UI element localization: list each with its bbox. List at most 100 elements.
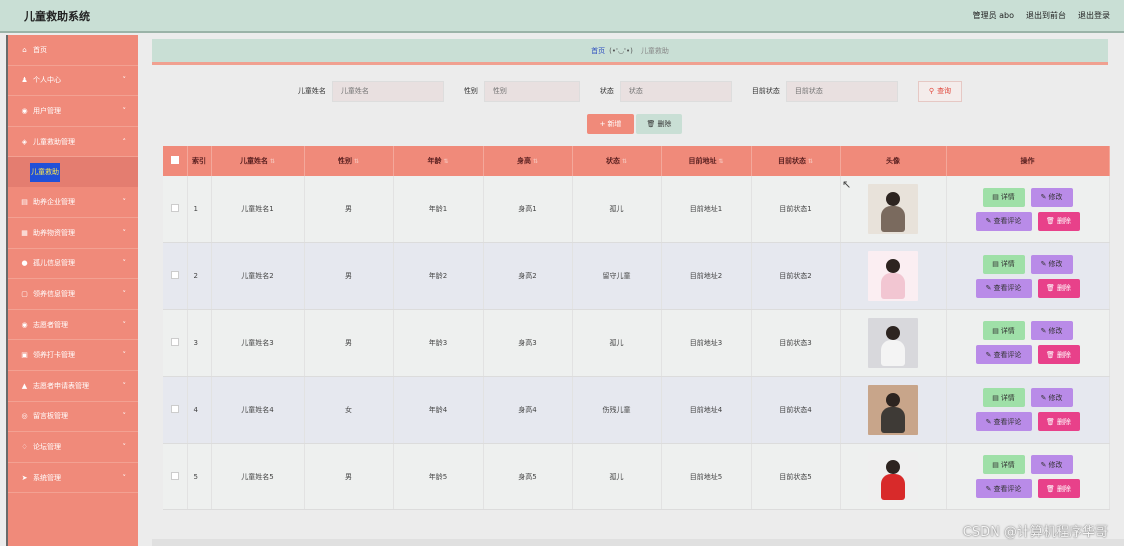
back-to-front-link[interactable]: 退出到前台 (1026, 10, 1066, 21)
row-select-cell (163, 176, 188, 244)
comment-icon: ✎ (985, 284, 992, 293)
name-search-input[interactable] (331, 80, 444, 102)
admin-label: 管理员 abo (972, 11, 1014, 20)
cell-height: 身高3 (483, 309, 573, 377)
message-icon: ▢ (21, 289, 28, 298)
detail-button[interactable]: ▤ 详情 (982, 187, 1025, 207)
breadcrumb-home[interactable]: 首页 (591, 46, 605, 56)
child-avatar[interactable] (868, 451, 918, 502)
row-delete-button[interactable]: 🗑 删除 (1037, 412, 1080, 432)
col-height[interactable]: 身高 ⇅ (483, 146, 573, 176)
view-comments-button[interactable]: ✎ 查看评论 (975, 345, 1032, 365)
view-comments-button[interactable]: ✎ 查看评论 (975, 211, 1032, 231)
pin-icon: ● (21, 259, 28, 268)
detail-button[interactable]: ▤ 详情 (982, 455, 1025, 475)
current-status-label: 目前状态 (751, 87, 780, 95)
edit-label: 修改 (1048, 393, 1063, 402)
avatar-body (881, 339, 905, 366)
sort-icon: ⇅ (269, 158, 276, 165)
detail-button[interactable]: ▤ 详情 (982, 388, 1025, 408)
edit-button[interactable]: ✎ 修改 (1030, 321, 1073, 341)
row-delete-button[interactable]: 🗑 删除 (1037, 278, 1080, 298)
sidebar-item[interactable]: ▲ 志愿者申请表管理 ˅ (8, 371, 138, 402)
cell-address: 目前地址5 (661, 443, 752, 511)
sidebar-item[interactable]: ▢ 领养信息管理 ˅ (8, 279, 138, 310)
child-avatar[interactable] (868, 251, 918, 302)
cell-name: 儿童姓名3 (211, 309, 305, 377)
add-button[interactable]: + 新增 (587, 114, 634, 134)
row-checkbox[interactable] (170, 337, 179, 346)
view-comments-button[interactable]: ✎ 查看评论 (975, 479, 1032, 499)
sidebar-item[interactable]: ◈ 儿童救助管理 ˄ (8, 127, 138, 158)
sidebar-item-label: 志愿者管理 (33, 320, 68, 329)
sidebar-item[interactable]: ▦ 助养物资管理 ˅ (8, 218, 138, 249)
circle-icon: ◉ (21, 320, 28, 329)
edit-button[interactable]: ✎ 修改 (1030, 455, 1073, 475)
sidebar-item[interactable]: ⌂ 首页 (8, 35, 138, 66)
sidebar-item[interactable]: ◉ 用户管理 ˅ (8, 96, 138, 127)
sidebar-item[interactable]: ◉ 志愿者管理 ˅ (8, 310, 138, 341)
cell-address: 目前地址2 (661, 242, 752, 311)
sidebar-item[interactable]: ◎ 留言板管理 ˅ (8, 402, 138, 433)
logout-link[interactable]: 退出登录 (1078, 10, 1110, 21)
row-checkbox[interactable] (170, 271, 179, 280)
col-avatar: 头像 (840, 146, 947, 176)
sidebar-item[interactable]: ➤ 系统管理 ˅ (8, 463, 138, 494)
sidebar-item[interactable]: ● 孤儿信息管理 ˅ (8, 249, 138, 280)
current-status-search-input[interactable] (785, 80, 898, 102)
cell-name: 儿童姓名2 (211, 242, 305, 311)
col-age[interactable]: 年龄 ⇅ (393, 146, 484, 176)
avatar-body (881, 473, 905, 500)
edit-button[interactable]: ✎ 修改 (1030, 254, 1073, 274)
view-comments-button[interactable]: ✎ 查看评论 (975, 412, 1032, 432)
cell-avatar (840, 176, 947, 244)
cell-name: 儿童姓名5 (211, 443, 305, 511)
view-comments-label: 查看评论 (993, 217, 1022, 226)
status-search-input[interactable] (619, 80, 732, 102)
batch-delete-button[interactable]: 🗑 删除 (636, 114, 682, 134)
chevron-down-icon: ˅ (122, 442, 127, 451)
select-all-checkbox[interactable] (170, 156, 179, 164)
sidebar-item[interactable]: ♟ 个人中心 ˅ (8, 66, 138, 97)
cell-avatar (840, 309, 947, 377)
edit-button[interactable]: ✎ 修改 (1030, 187, 1073, 207)
row-checkbox[interactable] (170, 471, 179, 480)
col-name[interactable]: 儿童姓名 ⇅ (211, 146, 305, 176)
row-delete-button[interactable]: 🗑 删除 (1037, 211, 1080, 231)
col-address[interactable]: 目前地址 ⇅ (661, 146, 752, 176)
query-button[interactable]: ⚲ 查询 (917, 80, 963, 102)
avatar-body (881, 206, 905, 233)
sidebar-subitem[interactable]: 儿童救助 (8, 157, 138, 188)
col-age-label: 年龄 (427, 157, 442, 165)
sidebar-item[interactable]: ▤ 助养企业管理 ˅ (8, 187, 138, 218)
child-avatar[interactable] (868, 384, 918, 435)
col-status[interactable]: 状态 ⇅ (572, 146, 662, 176)
detail-button[interactable]: ▤ 详情 (982, 254, 1025, 274)
avatar-body (881, 273, 905, 300)
gender-search-input[interactable] (483, 80, 580, 102)
row-checkbox[interactable] (170, 204, 179, 213)
cell-gender: 女 (304, 376, 394, 444)
cell-height: 身高4 (483, 376, 573, 444)
sidebar-item[interactable]: ▣ 领养打卡管理 ˅ (8, 340, 138, 371)
row-delete-button[interactable]: 🗑 删除 (1037, 345, 1080, 365)
col-current-status[interactable]: 目前状态 ⇅ (751, 146, 841, 176)
col-gender[interactable]: 性别 ⇅ (304, 146, 394, 176)
col-current-status-label: 目前状态 (777, 157, 806, 165)
trash-icon: 🗑 (646, 120, 656, 128)
cell-ops: ▤ 详情 ✎ 修改 ✎ 查看评论 🗑 删除 (946, 443, 1110, 511)
table-header-row: 索引 儿童姓名 ⇅ 性别 ⇅ 年龄 ⇅ 身高 ⇅ 状态 ⇅ 目前地址 ⇅ 目前状态 ⇅ 头像 … (163, 146, 1110, 176)
row-checkbox[interactable] (170, 404, 179, 413)
col-index[interactable]: 索引 (187, 146, 212, 176)
detail-label: 详情 (1000, 393, 1015, 402)
sidebar-item[interactable]: ♢ 论坛管理 ˅ (8, 432, 138, 463)
view-comments-button[interactable]: ✎ 查看评论 (975, 278, 1032, 298)
row-delete-label: 删除 (1056, 484, 1071, 493)
child-avatar[interactable] (868, 184, 918, 235)
detail-button[interactable]: ▤ 详情 (982, 321, 1025, 341)
edit-button[interactable]: ✎ 修改 (1030, 388, 1073, 408)
row-delete-button[interactable]: 🗑 删除 (1037, 479, 1080, 499)
forum-icon: ♢ (21, 442, 28, 451)
child-avatar[interactable] (868, 317, 918, 368)
cell-current-status: 目前状态1 (751, 176, 841, 244)
